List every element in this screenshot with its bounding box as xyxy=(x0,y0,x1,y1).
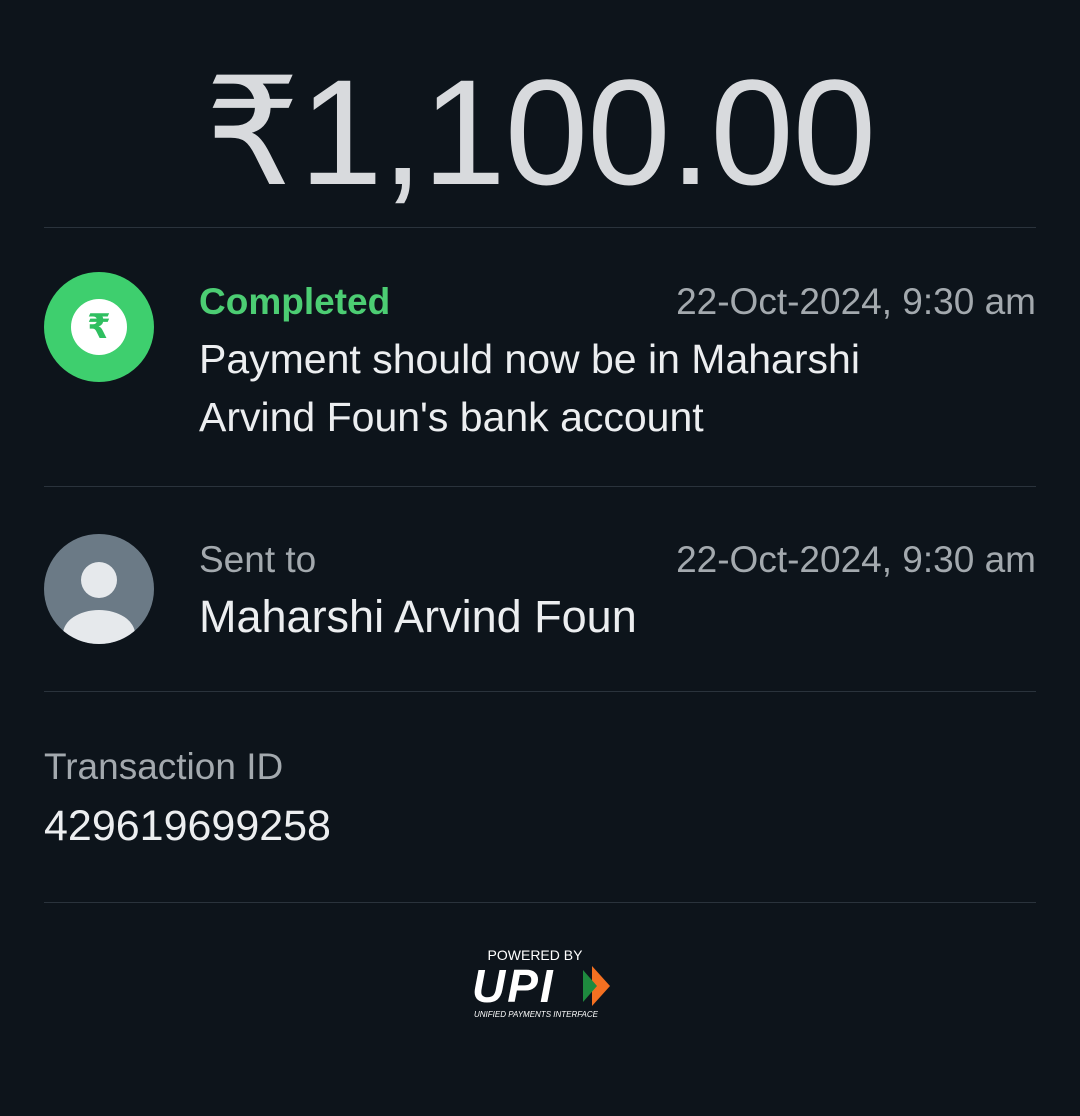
rupee-icon: ₹ xyxy=(71,299,127,355)
recipient-name[interactable]: Maharshi Arvind Foun xyxy=(199,590,637,644)
recipient-timestamp: 22-Oct-2024, 9:30 am xyxy=(676,539,1036,580)
transaction-id-value[interactable]: 429619699258 xyxy=(44,800,331,852)
status-label: Completed xyxy=(199,281,391,322)
upi-tagline: UNIFIED PAYMENTS INTERFACE xyxy=(474,1010,599,1019)
upi-wordmark: UPI xyxy=(472,960,555,1012)
person-icon xyxy=(63,562,135,644)
divider-recipient xyxy=(44,691,1036,692)
divider-status xyxy=(44,486,1036,487)
sent-to-label: Sent to xyxy=(199,539,317,580)
payment-amount: ₹1,100.00 xyxy=(204,48,876,216)
status-message: Payment should now be in Maharshi Arvind… xyxy=(199,336,860,440)
recipient-avatar[interactable] xyxy=(44,534,154,644)
status-timestamp: 22-Oct-2024, 9:30 am xyxy=(676,281,1036,322)
status-completed-icon: ₹ xyxy=(44,272,154,382)
transaction-id-label: Transaction ID xyxy=(44,746,284,787)
upi-logo: POWERED BY UPI UNIFIED PAYMENTS INTERFAC… xyxy=(472,947,610,1019)
divider-transaction xyxy=(44,902,1036,903)
divider-top xyxy=(44,227,1036,228)
